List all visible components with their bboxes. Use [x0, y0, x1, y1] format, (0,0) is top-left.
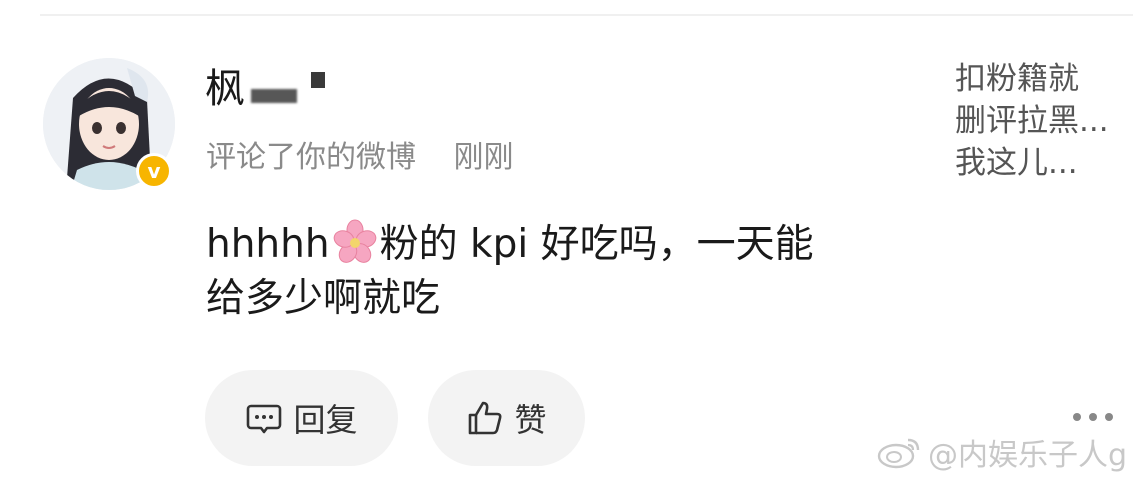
- preview-line-1: 扣粉籍就: [955, 61, 1079, 97]
- comment-line-1: hhhhh 粉的 kpi 好吃吗，一天能: [206, 218, 906, 272]
- original-post-preview[interactable]: 扣粉籍就 删评拉黑... 我这儿...: [955, 58, 1125, 184]
- username[interactable]: 枫: [205, 64, 245, 114]
- reply-button[interactable]: 回复: [205, 370, 398, 466]
- username-row: 枫: [205, 64, 325, 114]
- comment-text-suffix: 粉的 kpi 好吃吗，一天能: [379, 222, 814, 267]
- weibo-logo-icon: [877, 438, 920, 469]
- watermark: @内娱乐子人g: [876, 430, 1127, 474]
- more-dots-icon[interactable]: [1073, 413, 1113, 425]
- verified-badge-icon: v: [136, 153, 172, 189]
- comment-body[interactable]: hhhhh 粉的 kpi 好吃吗，一天能 给多少啊就吃: [206, 218, 906, 326]
- redacted-name-block: [311, 72, 325, 88]
- redacted-name-blur: [251, 89, 297, 103]
- like-label: 赞: [514, 401, 547, 439]
- comment-bubble-icon: [247, 404, 282, 434]
- action-text: 评论了你的微博: [206, 140, 416, 175]
- comment-time: 刚刚: [453, 140, 514, 175]
- preview-line-2: 删评拉黑...: [955, 103, 1109, 139]
- top-divider: [40, 14, 1133, 16]
- cherry-blossom-icon: [333, 219, 376, 263]
- comment-line-2: 给多少啊就吃: [206, 276, 441, 321]
- thumbs-up-icon: [469, 401, 502, 435]
- reply-label: 回复: [293, 401, 358, 439]
- comment-meta: 评论了你的微博 刚刚: [206, 138, 514, 178]
- watermark-text: @内娱乐子人g: [928, 438, 1128, 473]
- like-button[interactable]: 赞: [428, 370, 585, 466]
- preview-line-3: 我这儿...: [955, 145, 1078, 181]
- comment-text-prefix: hhhhh: [206, 222, 330, 267]
